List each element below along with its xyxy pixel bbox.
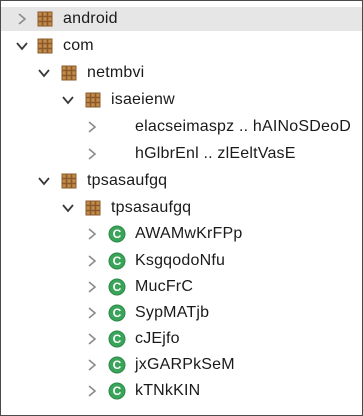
tree-row-class[interactable]: C cJEjfo <box>1 327 362 351</box>
chevron-right-icon[interactable] <box>85 249 99 273</box>
chevron-down-icon[interactable] <box>61 88 75 112</box>
class-icon: C <box>108 225 126 243</box>
tree-row-class[interactable]: C SypMATjb <box>1 301 362 325</box>
svg-text:C: C <box>113 358 122 372</box>
tree-row-label: android <box>63 10 118 27</box>
class-icon: C <box>108 252 126 270</box>
package-icon <box>85 200 101 216</box>
class-icon: C <box>108 382 126 400</box>
package-icon <box>61 173 77 189</box>
chevron-right-icon[interactable] <box>85 327 99 351</box>
chevron-right-icon[interactable] <box>85 115 99 139</box>
tree-row-label: jxGARPkSeM <box>135 356 235 373</box>
chevron-right-icon[interactable] <box>85 379 99 403</box>
svg-text:C: C <box>113 384 122 398</box>
tree-row-class[interactable]: C kTNkKIN <box>1 379 362 403</box>
tree-row-folder[interactable]: hGlbrEnl .. zlEeltVasE <box>1 142 362 166</box>
chevron-down-icon[interactable] <box>15 34 29 58</box>
package-icon <box>61 65 77 81</box>
svg-text:C: C <box>113 332 122 346</box>
tree-row-folder[interactable]: elacseimaspz .. hAINoSDeoD <box>1 115 362 139</box>
chevron-right-icon[interactable] <box>85 353 99 377</box>
tree-row-label: hGlbrEnl .. zlEeltVasE <box>135 145 296 162</box>
class-icon: C <box>108 278 126 296</box>
tree-row-tpsasaufgq-nested[interactable]: tpsasaufgq <box>1 196 362 220</box>
tree-row-label: tpsasaufgq <box>111 199 192 216</box>
tree-row-label: elacseimaspz .. hAINoSDeoD <box>135 118 351 135</box>
chevron-right-icon[interactable] <box>85 222 99 246</box>
class-icon: C <box>108 304 126 322</box>
tree-row-label: kTNkKIN <box>135 382 201 399</box>
tree-row-label: MucFrC <box>135 278 194 295</box>
tree-row-label: KsgqodoNfu <box>135 252 226 269</box>
package-icon <box>37 11 53 27</box>
chevron-down-icon[interactable] <box>61 196 75 220</box>
svg-text:C: C <box>113 254 122 268</box>
chevron-right-icon[interactable] <box>85 275 99 299</box>
tree-row-class[interactable]: C KsgqodoNfu <box>1 249 362 273</box>
package-icon <box>85 92 101 108</box>
class-icon: C <box>108 330 126 348</box>
tree-row-label: cJEjfo <box>135 330 180 347</box>
tree-row-label: isaeienw <box>111 91 175 108</box>
package-explorer: android com netmbvi isaeienw elacseimasp… <box>0 0 363 416</box>
tree-row-label: netmbvi <box>87 64 145 81</box>
chevron-right-icon[interactable] <box>85 142 99 166</box>
package-icon <box>37 38 53 54</box>
chevron-right-icon[interactable] <box>15 7 29 31</box>
tree-row-label: AWAMwKrFPp <box>135 225 243 242</box>
tree-row-class[interactable]: C MucFrC <box>1 275 362 299</box>
tree-row-tpsasaufgq[interactable]: tpsasaufgq <box>1 169 362 193</box>
svg-text:C: C <box>113 306 122 320</box>
tree-row-class[interactable]: C jxGARPkSeM <box>1 353 362 377</box>
svg-text:C: C <box>113 227 122 241</box>
tree-row-com[interactable]: com <box>1 34 362 58</box>
chevron-down-icon[interactable] <box>37 169 51 193</box>
chevron-right-icon[interactable] <box>85 301 99 325</box>
tree-row-label: tpsasaufgq <box>87 172 168 189</box>
chevron-down-icon[interactable] <box>37 61 51 85</box>
tree-row-netmbvi[interactable]: netmbvi <box>1 61 362 85</box>
class-icon: C <box>108 356 126 374</box>
tree-row-class[interactable]: C AWAMwKrFPp <box>1 222 362 246</box>
tree-row-isaeienw[interactable]: isaeienw <box>1 88 362 112</box>
tree-row-label: SypMATjb <box>135 304 210 321</box>
tree-row-label: com <box>63 37 94 54</box>
tree-row-android[interactable]: android <box>1 7 362 31</box>
svg-text:C: C <box>113 280 122 294</box>
project-tree: android com netmbvi isaeienw elacseimasp… <box>1 1 362 415</box>
